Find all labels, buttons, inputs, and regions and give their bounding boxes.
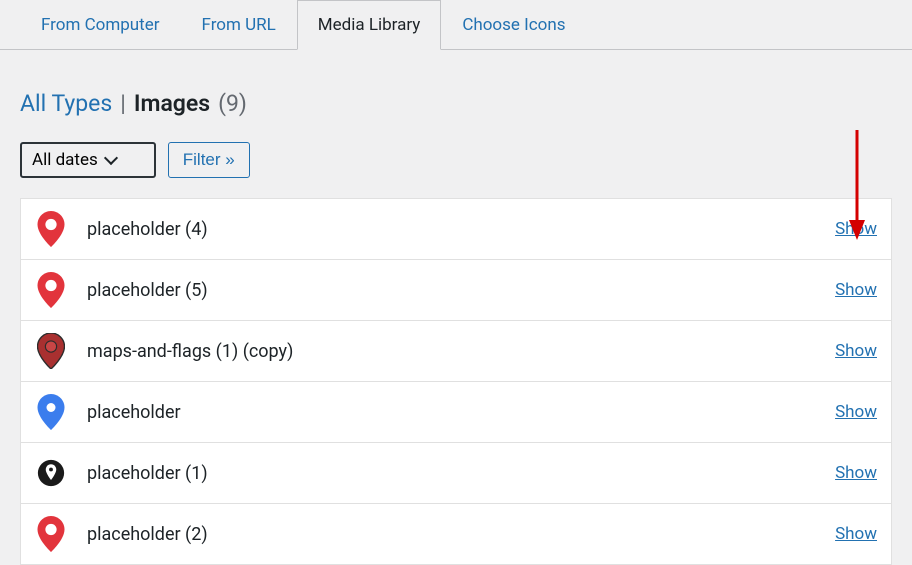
tab-from-computer[interactable]: From Computer — [20, 0, 181, 49]
tab-choose-icons[interactable]: Choose Icons — [441, 0, 586, 49]
filter-divider: | — [120, 90, 126, 117]
date-filter-label: All dates — [32, 150, 98, 170]
filter-images[interactable]: Images — [134, 90, 210, 117]
filter-all-types[interactable]: All Types — [20, 90, 112, 117]
content: All Types | Images (9) All dates Filter … — [0, 50, 912, 565]
map-pin-icon — [35, 455, 67, 491]
list-item: placeholder (1) Show — [21, 443, 891, 504]
list-item: maps-and-flags (1) (copy) Show — [21, 321, 891, 382]
show-link[interactable]: Show — [835, 280, 877, 300]
show-link[interactable]: Show — [835, 341, 877, 361]
filter-controls: All dates Filter » — [20, 127, 892, 198]
item-filename: placeholder (5) — [87, 280, 815, 301]
media-list: placeholder (4) Show placeholder (5) Sho… — [20, 198, 892, 565]
item-filename: placeholder — [87, 402, 815, 423]
tabs-bar: From Computer From URL Media Library Cho… — [0, 0, 912, 50]
show-link[interactable]: Show — [835, 219, 877, 239]
list-item: placeholder Show — [21, 382, 891, 443]
map-pin-icon — [35, 516, 67, 552]
map-pin-icon — [35, 394, 67, 430]
tab-from-url[interactable]: From URL — [181, 0, 297, 49]
item-filename: placeholder (1) — [87, 463, 815, 484]
item-filename: placeholder (2) — [87, 524, 815, 545]
show-link[interactable]: Show — [835, 463, 877, 483]
list-item: placeholder (5) Show — [21, 260, 891, 321]
item-filename: placeholder (4) — [87, 219, 815, 240]
filter-button[interactable]: Filter » — [168, 142, 250, 178]
show-link[interactable]: Show — [835, 524, 877, 544]
list-item: placeholder (4) Show — [21, 199, 891, 260]
tab-media-library[interactable]: Media Library — [297, 0, 442, 50]
map-pin-icon — [35, 272, 67, 308]
filter-count: (9) — [218, 90, 247, 117]
map-pin-icon — [35, 333, 67, 369]
date-filter-select[interactable]: All dates — [20, 142, 156, 178]
chevron-down-icon — [104, 150, 118, 164]
item-filename: maps-and-flags (1) (copy) — [87, 341, 815, 362]
list-item: placeholder (2) Show — [21, 504, 891, 564]
show-link[interactable]: Show — [835, 402, 877, 422]
map-pin-icon — [35, 211, 67, 247]
filter-header: All Types | Images (9) — [20, 70, 892, 127]
